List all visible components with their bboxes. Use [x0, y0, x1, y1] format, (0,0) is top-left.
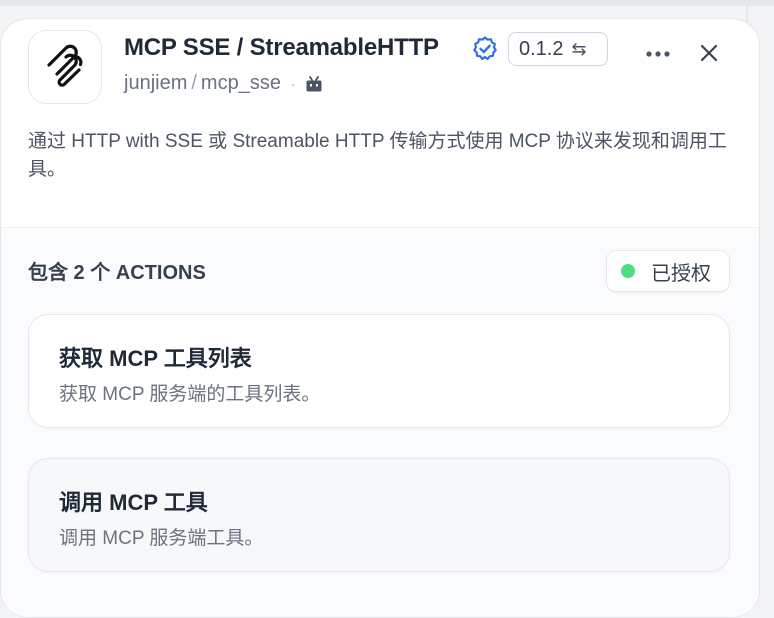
swap-icon: ⇆	[571, 38, 587, 59]
action-card-call-tool[interactable]: 调用 MCP 工具 调用 MCP 服务端工具。	[28, 458, 730, 572]
action-title: 调用 MCP 工具	[59, 490, 208, 515]
robot-icon	[306, 75, 322, 91]
more-options-button[interactable]	[642, 44, 674, 64]
action-description: 调用 MCP 服务端工具。	[59, 528, 264, 549]
meta-dot: ·	[290, 75, 296, 92]
close-button[interactable]	[694, 38, 724, 68]
auth-status-dot	[621, 264, 635, 278]
more-options-icon	[646, 51, 670, 57]
action-description: 获取 MCP 服务端的工具列表。	[59, 384, 321, 405]
action-title: 获取 MCP 工具列表	[59, 346, 252, 371]
plugin-description: 通过 HTTP with SSE 或 Streamable HTTP 传输方式使…	[28, 131, 727, 180]
action-card-list-tools[interactable]: 获取 MCP 工具列表 获取 MCP 服务端的工具列表。	[28, 314, 730, 428]
actions-heading: 包含 2 个 ACTIONS	[28, 262, 206, 284]
version-label: 0.1.2	[519, 37, 564, 60]
section-divider	[1, 227, 759, 228]
version-selector[interactable]: 0.1.2 ⇆	[508, 32, 608, 66]
plugin-title: MCP SSE / StreamableHTTP	[124, 34, 439, 61]
close-icon	[700, 44, 718, 62]
plugin-logo	[28, 30, 102, 104]
mcp-logo-icon	[47, 44, 83, 87]
owner-name[interactable]: junjiem	[124, 72, 187, 95]
repo-name[interactable]: mcp_sse	[201, 72, 281, 95]
authorization-status-button[interactable]: 已授权	[606, 250, 730, 292]
auth-status-label: 已授权	[651, 262, 711, 285]
verified-badge-icon	[473, 36, 497, 60]
top-strip	[0, 0, 774, 6]
path-separator: /	[191, 72, 197, 94]
owner-repo-row: junjiem / mcp_sse ·	[124, 72, 324, 95]
